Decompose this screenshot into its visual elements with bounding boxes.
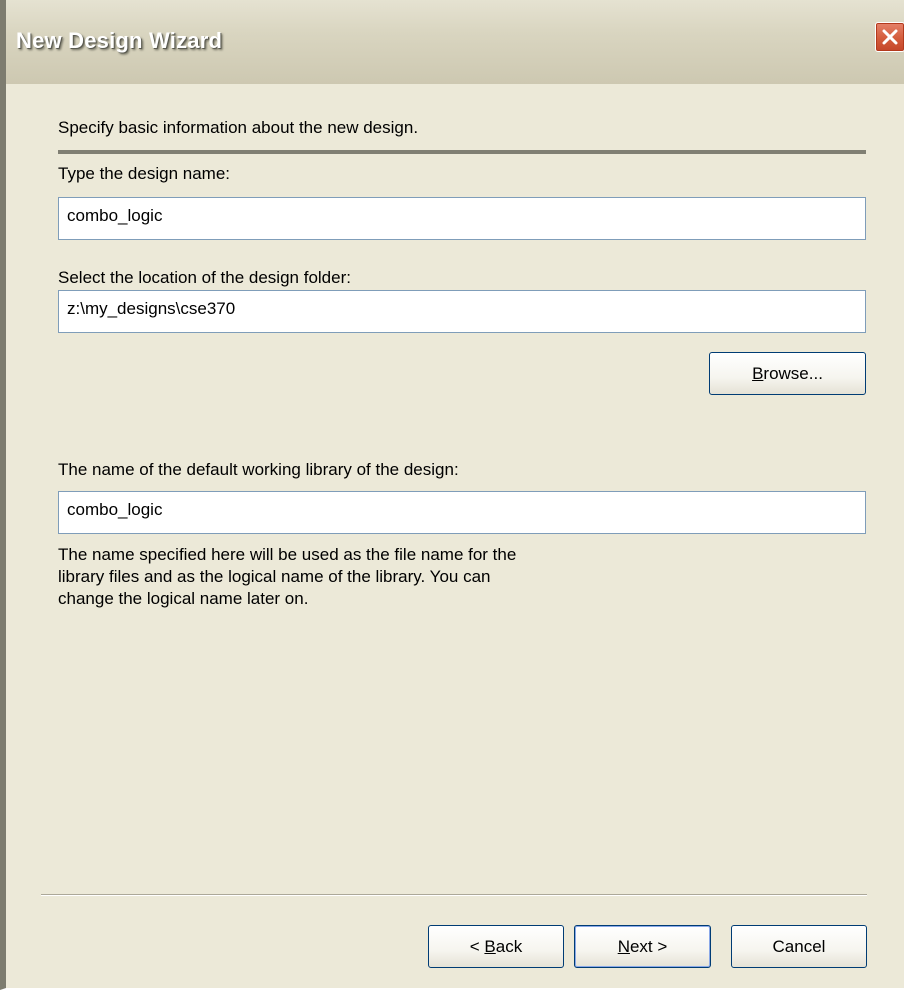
intro-text: Specify basic information about the new … <box>58 118 419 137</box>
close-button[interactable] <box>875 22 904 52</box>
back-button-mnemonic: B <box>484 936 496 956</box>
browse-button-mnemonic: B <box>752 363 764 383</box>
back-button[interactable]: < Back <box>428 925 564 968</box>
location-input[interactable]: z:\my_designs\cse370 <box>58 290 866 333</box>
browse-button-label: rowse... <box>763 363 823 383</box>
back-button-label: ack <box>495 936 523 956</box>
design-name-label: Type the design name: <box>58 164 231 183</box>
library-description-line: change the logical name later on. <box>58 589 309 608</box>
next-button[interactable]: Next > <box>574 925 711 968</box>
header-separator <box>58 150 866 154</box>
design-name-input[interactable]: combo_logic <box>58 197 866 240</box>
next-button-mnemonic: N <box>617 936 630 956</box>
back-button-prefix: < <box>469 936 485 956</box>
library-description: The name specified here will be used as … <box>58 544 698 610</box>
window-title: New Design Wizard <box>16 28 223 53</box>
footer-separator <box>41 894 867 896</box>
library-description-line: library files and as the logical name of… <box>58 567 491 586</box>
cancel-button[interactable]: Cancel <box>731 925 867 968</box>
new-design-wizard-dialog: New Design Wizard Specify basic informat… <box>0 0 904 990</box>
title-bar[interactable]: New Design Wizard <box>6 0 904 84</box>
library-input[interactable]: combo_logic <box>58 491 866 534</box>
next-button-label: ext > <box>629 936 668 956</box>
browse-button[interactable]: Browse... <box>709 352 866 395</box>
close-icon <box>882 29 898 45</box>
library-label: The name of the default working library … <box>58 460 459 479</box>
library-description-line: The name specified here will be used as … <box>58 545 517 564</box>
location-label: Select the location of the design folder… <box>58 268 351 287</box>
